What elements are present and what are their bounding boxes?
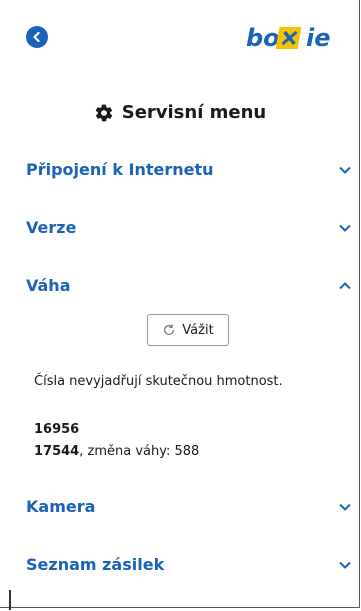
chevron-left-icon bbox=[33, 31, 40, 43]
boxie-logo: bo ie bbox=[246, 24, 331, 52]
weight-change-text: , změna váhy: 588 bbox=[79, 444, 200, 459]
section-internet[interactable]: Připojení k Internetu bbox=[26, 160, 352, 179]
section-label: Připojení k Internetu bbox=[26, 160, 214, 179]
weight-reading-2: 17544, změna váhy: 588 bbox=[34, 444, 199, 459]
chevron-down-icon bbox=[339, 224, 351, 232]
weight-reading-1: 16956 bbox=[34, 422, 80, 437]
scroll-edge-marker bbox=[9, 590, 11, 610]
chevron-down-icon bbox=[339, 561, 351, 569]
back-button[interactable] bbox=[26, 26, 48, 48]
svg-text:bo: bo bbox=[246, 24, 280, 52]
weight-note: Čísla nevyjadřují skutečnou hmotnost. bbox=[34, 374, 283, 389]
section-seznam-zasilek[interactable]: Seznam zásilek bbox=[26, 555, 352, 574]
app-frame bbox=[0, 0, 360, 608]
section-label: Verze bbox=[26, 218, 77, 237]
section-label: Kamera bbox=[26, 497, 96, 516]
chevron-up-icon bbox=[339, 281, 351, 289]
weight-reading-2-value: 17544 bbox=[34, 444, 80, 459]
section-vaha[interactable]: Váha bbox=[26, 276, 352, 295]
section-verze[interactable]: Verze bbox=[26, 218, 352, 237]
chevron-down-icon bbox=[339, 503, 351, 511]
section-label: Seznam zásilek bbox=[26, 555, 165, 574]
page-title: Servisní menu bbox=[0, 102, 360, 123]
page-title-text: Servisní menu bbox=[121, 102, 267, 123]
section-kamera[interactable]: Kamera bbox=[26, 497, 352, 516]
refresh-icon bbox=[164, 324, 175, 336]
weigh-button[interactable]: Vážit bbox=[147, 314, 229, 346]
weigh-button-label: Vážit bbox=[182, 322, 214, 338]
chevron-down-icon bbox=[339, 166, 351, 174]
section-label: Váha bbox=[26, 276, 71, 295]
gear-icon bbox=[95, 104, 112, 121]
svg-text:ie: ie bbox=[306, 24, 331, 52]
